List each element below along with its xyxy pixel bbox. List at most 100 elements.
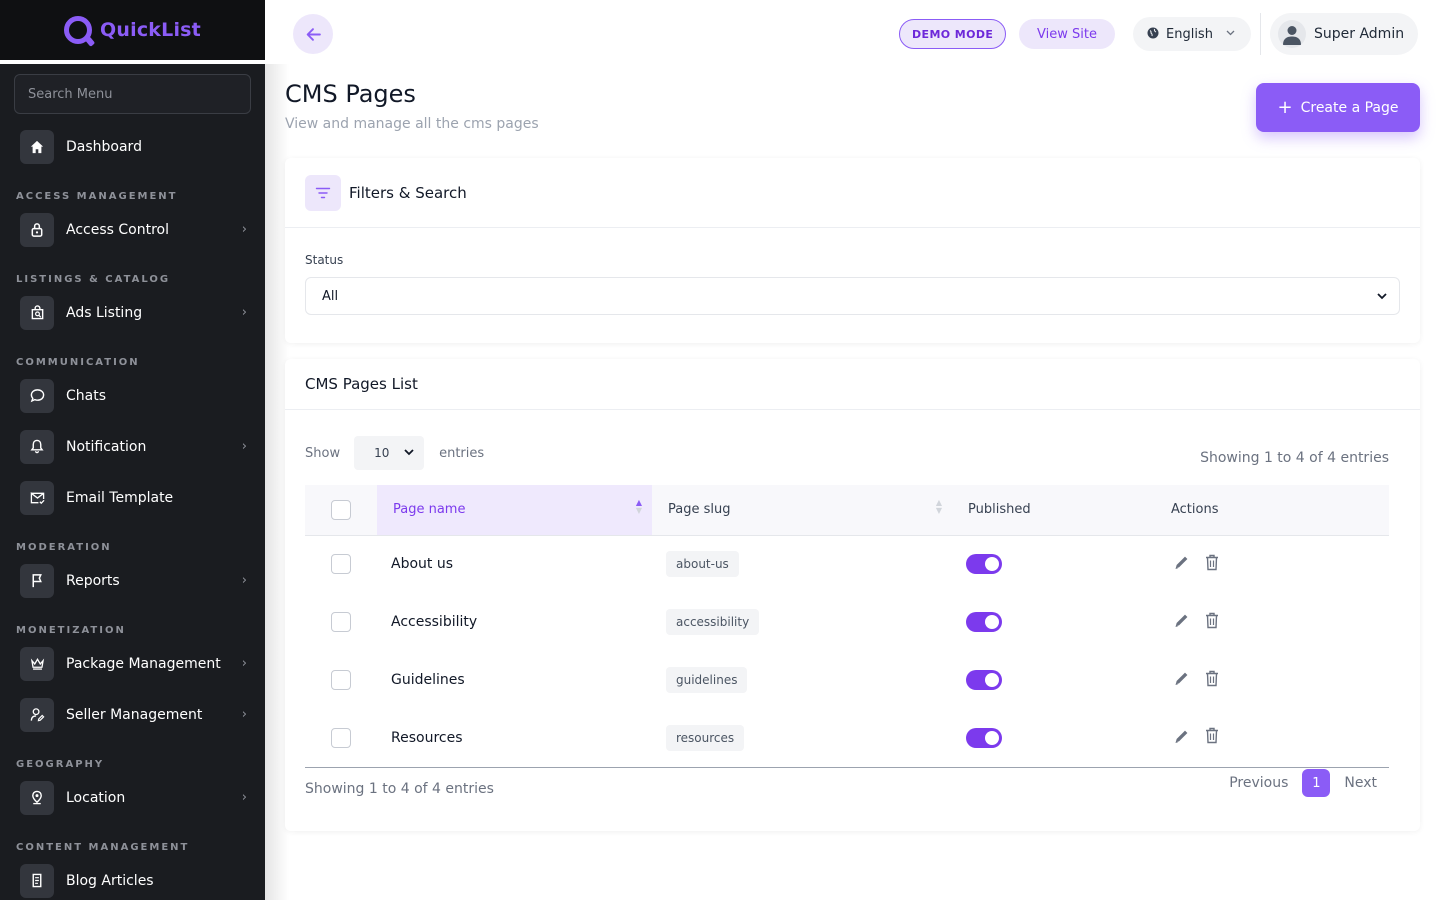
sidebar-item-ads-listing[interactable]: Ads Listing › xyxy=(0,287,265,338)
page-name-cell: Guidelines xyxy=(391,672,465,688)
demo-mode-badge: DEMO MODE xyxy=(899,19,1007,49)
lock-icon xyxy=(20,212,54,247)
published-cell xyxy=(952,651,1171,709)
cms-pages-table: Page name ▲ ▼ Page slug ▲ ▼ Published Acti… xyxy=(305,485,1389,768)
pagination-next[interactable]: Next xyxy=(1344,775,1377,791)
actions-cell xyxy=(1171,709,1389,768)
trash-icon[interactable] xyxy=(1205,670,1219,691)
page-slug: guidelines xyxy=(666,667,748,693)
shopping-bag-search-icon xyxy=(20,295,54,330)
sidebar-item-label: Seller Management xyxy=(66,706,203,723)
row-select-cell xyxy=(305,709,377,768)
page-length-select[interactable]: 10 xyxy=(354,436,425,470)
trash-icon[interactable] xyxy=(1205,727,1219,748)
user-menu[interactable]: Super Admin xyxy=(1270,13,1419,55)
sidebar-item-package-management[interactable]: Package Management › xyxy=(0,638,265,689)
sidebar-item-seller-management[interactable]: Seller Management › xyxy=(0,689,265,740)
edit-pencil-icon[interactable] xyxy=(1173,727,1191,749)
row-checkbox[interactable] xyxy=(331,554,351,575)
view-site-button[interactable]: View Site xyxy=(1019,19,1115,49)
sidebar-item-label: Reports xyxy=(66,572,120,589)
row-actions xyxy=(1171,611,1389,633)
row-select-cell xyxy=(305,651,377,709)
sidebar-item-label: Ads Listing xyxy=(66,304,143,321)
edit-pencil-icon[interactable] xyxy=(1173,611,1191,633)
table-row: Resources resources xyxy=(305,709,1389,768)
plus-icon: + xyxy=(1277,97,1293,118)
sidebar-item-chats[interactable]: Chats xyxy=(0,370,265,421)
page-name-cell: About us xyxy=(391,556,454,573)
edit-pencil-icon[interactable] xyxy=(1173,553,1191,575)
row-checkbox[interactable] xyxy=(331,670,351,690)
pagination-page-current[interactable]: 1 xyxy=(1302,769,1331,797)
published-cell xyxy=(952,593,1171,651)
bell-icon xyxy=(20,429,54,464)
show-label: Show xyxy=(305,445,341,461)
trash-icon[interactable] xyxy=(1205,612,1219,633)
row-actions xyxy=(1171,727,1389,749)
sidebar-item-label: Blog Articles xyxy=(66,872,154,889)
sidebar-item-access-control[interactable]: Access Control › xyxy=(0,204,265,255)
page-slug-cell: resources xyxy=(652,709,952,768)
back-button[interactable] xyxy=(293,14,333,54)
trash-icon[interactable] xyxy=(1205,554,1219,575)
select-all-checkbox[interactable] xyxy=(331,499,351,520)
column-header-published: Published xyxy=(952,485,1171,536)
chevron-down-icon xyxy=(1377,290,1387,303)
page-slug: resources xyxy=(666,724,745,751)
row-checkbox[interactable] xyxy=(331,612,351,632)
page-slug: about-us xyxy=(666,551,739,578)
page-slug: accessibility xyxy=(666,609,760,635)
sidebar-search-input[interactable] xyxy=(28,86,250,102)
chevron-down-icon xyxy=(404,448,414,459)
pagination: Previous 1 Next xyxy=(1229,769,1377,797)
column-header-label: Page slug xyxy=(668,502,731,518)
chevron-right-icon: › xyxy=(241,439,247,454)
published-toggle[interactable] xyxy=(966,554,1002,575)
top-bar: DEMO MODE View Site English Super Admin xyxy=(265,0,1440,68)
section-title-moderation: MODERATION xyxy=(16,542,112,553)
status-select[interactable]: All xyxy=(305,277,1400,315)
published-toggle[interactable] xyxy=(966,670,1002,690)
chevron-right-icon: › xyxy=(241,656,247,671)
brand[interactable]: QuickList xyxy=(0,0,265,64)
home-icon xyxy=(20,129,54,164)
user-avatar-icon xyxy=(1283,26,1301,45)
published-toggle[interactable] xyxy=(966,612,1002,632)
sidebar-item-reports[interactable]: Reports › xyxy=(0,555,265,606)
chevron-right-icon: › xyxy=(241,573,247,588)
column-header-page-name[interactable]: Page name ▲ ▼ xyxy=(377,485,652,536)
table-row: Accessibility accessibility xyxy=(305,593,1389,651)
sidebar-item-email-template[interactable]: Email Template xyxy=(0,472,265,523)
user-edit-icon xyxy=(20,697,54,732)
article-icon xyxy=(20,863,54,898)
sidebar-item-label: Email Template xyxy=(66,489,174,506)
quicklist-logo-icon xyxy=(64,16,93,44)
column-header-page-slug[interactable]: Page slug ▲ ▼ xyxy=(652,485,952,536)
row-actions xyxy=(1171,553,1389,575)
row-select-cell xyxy=(305,535,377,593)
chevron-right-icon: › xyxy=(241,222,247,237)
pagination-previous[interactable]: Previous xyxy=(1229,775,1288,791)
sidebar-item-dashboard[interactable]: Dashboard xyxy=(0,121,265,172)
flag-icon xyxy=(20,563,54,598)
section-title-access: ACCESS MANAGEMENT xyxy=(16,191,178,202)
create-page-button[interactable]: + Create a Page xyxy=(1256,83,1420,132)
row-select-cell xyxy=(305,593,377,651)
language-selector[interactable]: English xyxy=(1133,17,1251,51)
sidebar-item-blog-articles[interactable]: Blog Articles xyxy=(0,855,265,900)
sidebar-item-location[interactable]: Location › xyxy=(0,772,265,823)
crown-icon xyxy=(20,646,54,681)
page-name-cell: Resources xyxy=(377,709,652,768)
row-checkbox[interactable] xyxy=(331,727,351,748)
header-divider xyxy=(1260,13,1261,55)
entries-label: entries xyxy=(439,445,485,461)
filter-icon xyxy=(305,174,341,211)
edit-pencil-icon[interactable] xyxy=(1173,669,1191,691)
chevron-right-icon: › xyxy=(241,305,247,320)
sidebar-item-notification[interactable]: Notification › xyxy=(0,421,265,472)
actions-cell xyxy=(1171,593,1389,651)
published-toggle[interactable] xyxy=(966,727,1002,748)
sidebar-item-label: Dashboard xyxy=(66,138,142,155)
location-pin-icon xyxy=(20,780,54,815)
